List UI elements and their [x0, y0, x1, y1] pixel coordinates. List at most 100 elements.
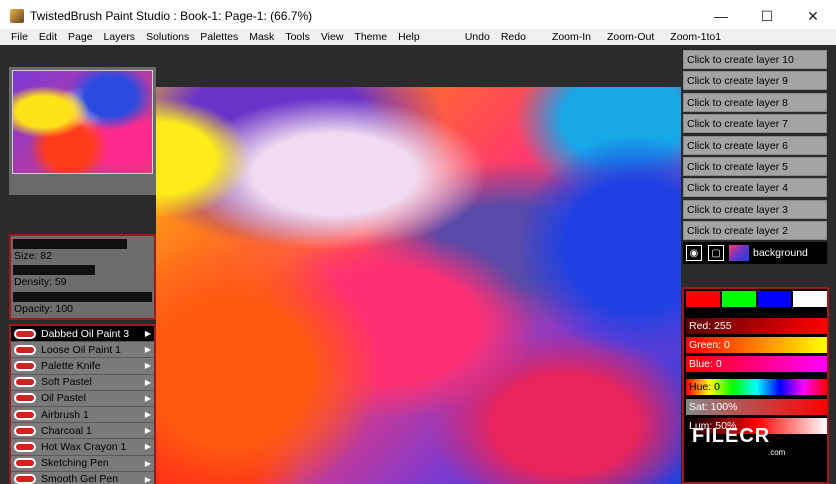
brush-label: Dabbed Oil Paint 3 [41, 327, 130, 340]
brush-item[interactable]: Airbrush 1 ▶ [11, 406, 154, 424]
brush-item[interactable]: Smooth Gel Pen ▶ [11, 471, 154, 484]
color-swatch-red[interactable] [686, 291, 720, 307]
painting-canvas[interactable] [103, 87, 681, 484]
chevron-right-icon[interactable]: ▶ [145, 394, 151, 403]
density-label: Density: 59 [14, 276, 67, 288]
brush-label: Sketching Pen [41, 457, 109, 470]
brush-item[interactable]: Loose Oil Paint 1 ▶ [11, 342, 154, 359]
zoom-in-button[interactable]: Zoom-In [552, 31, 591, 43]
menu-bar: File Edit Page Layers Solutions Palettes… [0, 29, 836, 45]
menu-tools[interactable]: Tools [285, 31, 310, 43]
brush-stroke-icon [14, 377, 36, 388]
color-swatches [686, 291, 827, 307]
menu-file[interactable]: File [11, 31, 28, 43]
brush-item[interactable]: Oil Pastel ▶ [11, 390, 154, 407]
brush-label: Hot Wax Crayon 1 [41, 440, 127, 453]
menu-theme[interactable]: Theme [354, 31, 387, 43]
undo-button[interactable]: Undo [465, 31, 490, 43]
create-layer-9-button[interactable]: Click to create layer 9 [683, 71, 827, 90]
color-swatch-green[interactable] [721, 291, 756, 307]
saturation-slider[interactable]: Sat: 100% [686, 399, 827, 415]
brush-stroke-icon [14, 393, 36, 404]
create-layer-10-button[interactable]: Click to create layer 10 [683, 50, 827, 69]
blue-slider[interactable]: Blue: 0 [686, 356, 827, 372]
layer-background-label: background [753, 247, 808, 259]
minimize-button[interactable]: — [698, 0, 744, 32]
brush-stroke-icon [14, 409, 36, 420]
menu-page[interactable]: Page [68, 31, 93, 43]
layer-background-row[interactable]: ◉ ▢ background [683, 242, 827, 264]
layer-thumbnail [729, 245, 749, 261]
color-swatch-blue[interactable] [757, 291, 792, 307]
eye-icon[interactable]: ◉ [686, 245, 702, 261]
chevron-right-icon[interactable]: ▶ [145, 329, 151, 338]
menu-palettes[interactable]: Palettes [200, 31, 238, 43]
brush-label: Airbrush 1 [41, 408, 89, 421]
menu-layers[interactable]: Layers [104, 31, 136, 43]
brush-label: Palette Knife [41, 359, 101, 372]
create-layer-3-button[interactable]: Click to create layer 3 [683, 200, 827, 219]
watermark-logo: FILECR [692, 425, 771, 447]
color-panel: Red: 255 Green: 0 Blue: 0 Hue: 0 Sat: 10… [682, 287, 829, 484]
window-title: TwistedBrush Paint Studio : Book-1: Page… [30, 9, 313, 23]
menu-help[interactable]: Help [398, 31, 420, 43]
chevron-right-icon[interactable]: ▶ [145, 378, 151, 387]
create-layer-2-button[interactable]: Click to create layer 2 [683, 221, 827, 240]
brush-stroke-icon [14, 344, 36, 355]
left-panel: Size: 82 Density: 59 Opacity: 100 Dabbed… [9, 67, 156, 484]
green-slider[interactable]: Green: 0 [686, 337, 827, 353]
chevron-right-icon[interactable]: ▶ [145, 459, 151, 468]
zoom-out-button[interactable]: Zoom-Out [607, 31, 654, 43]
window-controls: — ☐ ✕ [698, 0, 836, 32]
navigator-box [9, 67, 156, 195]
brush-item[interactable]: Soft Pastel ▶ [11, 374, 154, 391]
brush-stroke-icon [14, 328, 36, 339]
brush-stroke-icon [14, 360, 36, 371]
brush-item[interactable]: Charcoal 1 ▶ [11, 423, 154, 440]
brush-stroke-icon [14, 425, 36, 436]
chevron-right-icon[interactable]: ▶ [145, 442, 151, 451]
chevron-right-icon[interactable]: ▶ [145, 345, 151, 354]
size-label: Size: 82 [14, 250, 52, 262]
color-swatch-white[interactable] [793, 291, 827, 307]
menu-solutions[interactable]: Solutions [146, 31, 189, 43]
chevron-right-icon[interactable]: ▶ [145, 426, 151, 435]
red-slider[interactable]: Red: 255 [686, 318, 827, 334]
menu-mask[interactable]: Mask [249, 31, 274, 43]
size-slider[interactable] [13, 239, 127, 249]
density-slider[interactable] [13, 265, 95, 275]
chevron-right-icon[interactable]: ▶ [145, 361, 151, 370]
create-layer-6-button[interactable]: Click to create layer 6 [683, 136, 827, 155]
layers-panel: Click to create layer 10 Click to create… [682, 48, 829, 266]
chevron-right-icon[interactable]: ▶ [145, 475, 151, 484]
zoom-1to1-button[interactable]: Zoom-1to1 [670, 31, 721, 43]
brush-item[interactable]: Dabbed Oil Paint 3 ▶ [11, 326, 154, 343]
hue-slider[interactable]: Hue: 0 [686, 379, 827, 395]
brush-stroke-icon [14, 458, 36, 469]
lock-icon[interactable]: ▢ [708, 245, 724, 261]
brush-item[interactable]: Sketching Pen ▶ [11, 455, 154, 472]
create-layer-7-button[interactable]: Click to create layer 7 [683, 114, 827, 133]
close-button[interactable]: ✕ [790, 0, 836, 32]
menu-edit[interactable]: Edit [39, 31, 57, 43]
brush-label: Loose Oil Paint 1 [41, 343, 121, 356]
watermark-domain: .com [768, 448, 786, 457]
app-icon [10, 9, 24, 23]
brush-label: Oil Pastel [41, 392, 86, 405]
create-layer-5-button[interactable]: Click to create layer 5 [683, 157, 827, 176]
title-bar: TwistedBrush Paint Studio : Book-1: Page… [0, 0, 836, 32]
brush-label: Charcoal 1 [41, 424, 92, 437]
brush-label: Smooth Gel Pen [41, 473, 119, 484]
maximize-button[interactable]: ☐ [744, 0, 790, 32]
create-layer-8-button[interactable]: Click to create layer 8 [683, 93, 827, 112]
opacity-label: Opacity: 100 [14, 303, 73, 315]
brush-item[interactable]: Hot Wax Crayon 1 ▶ [11, 439, 154, 456]
navigator-thumbnail[interactable] [12, 70, 153, 174]
create-layer-4-button[interactable]: Click to create layer 4 [683, 178, 827, 197]
opacity-slider[interactable] [13, 292, 152, 302]
brush-properties: Size: 82 Density: 59 Opacity: 100 [9, 234, 156, 320]
brush-item[interactable]: Palette Knife ▶ [11, 358, 154, 375]
menu-view[interactable]: View [321, 31, 344, 43]
chevron-right-icon[interactable]: ▶ [145, 410, 151, 419]
redo-button[interactable]: Redo [501, 31, 526, 43]
